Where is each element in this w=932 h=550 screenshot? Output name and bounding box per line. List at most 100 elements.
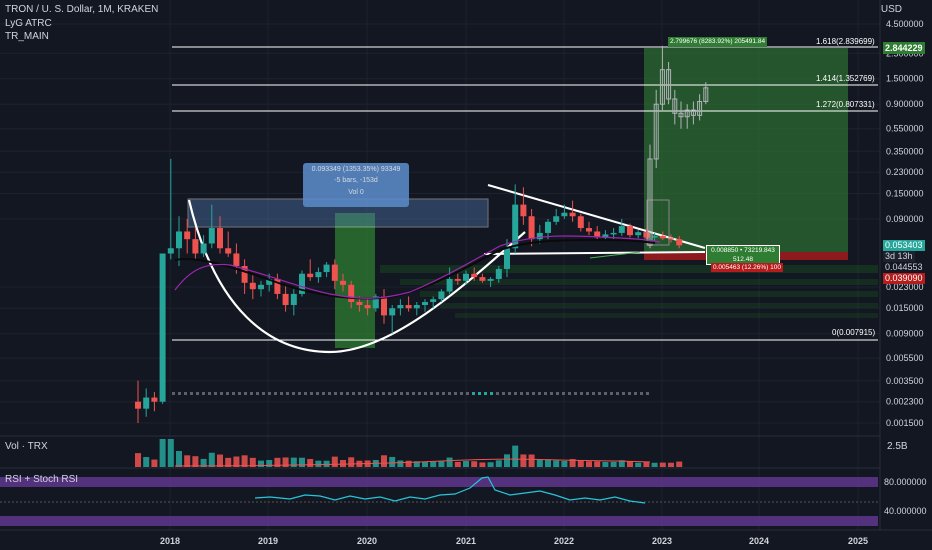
atr-dot [598,392,601,395]
candle-body [249,282,256,290]
volume-bar [668,462,674,467]
volume-bar [151,459,158,467]
atr-dot [490,392,493,395]
atr-dots [172,392,649,395]
candle-body [430,299,437,303]
target-price-tag: 2.844229 [883,42,925,54]
atr-dot [424,392,427,395]
atr-dot [184,392,187,395]
atr-dot [502,392,505,395]
volume-bar [307,458,314,467]
volume-bar [577,460,584,467]
volume-bar [586,461,592,467]
price-tick-label: 0.002300 [886,397,924,407]
volume-bar [438,461,445,467]
candle-body [545,221,551,233]
rsi-label[interactable]: RSI + Stoch RSI [5,474,78,486]
atr-dot [322,392,325,395]
volume-bar [520,454,527,467]
volume-bar [536,459,543,467]
atr-dot [178,392,181,395]
atr-dot [628,392,631,395]
atr-dot [172,392,175,395]
price-tick-label: 0.005500 [886,353,924,363]
candle-body [405,305,412,309]
measure-line2: -5 bars, -153d [334,177,378,184]
atr-dot [328,392,331,395]
candle-body [290,293,297,306]
atr-dot [646,392,649,395]
fib-label-0: 0(0.007915) [832,328,876,337]
volume-bar [184,455,191,467]
atr-dot [274,392,277,395]
rsi-lower: 40.000000 [884,506,927,516]
atr-dot [580,392,583,395]
candle-body [487,278,494,281]
symbol-title[interactable]: TRON / U. S. Dollar, 1M, KRAKEN [5,4,158,16]
price-tick-label: 0.015000 [886,303,924,313]
time-tick-label: 2025 [848,536,868,546]
currency-label: USD [880,4,902,15]
indicator-main[interactable]: TR_MAIN [5,31,49,43]
rsi-oversold-band [0,516,878,526]
candle-body [471,273,478,278]
candle-body [561,212,568,217]
volume-bar [676,461,683,467]
atr-dot [604,392,607,395]
time-tick-label: 2023 [652,536,672,546]
atr-dot [634,392,637,395]
atr-dot [616,392,619,395]
atr-dot [346,392,349,395]
time-axis: 2018 2019 2020 2021 2022 2023 2024 2025 [160,536,868,546]
volume-bar [159,439,166,467]
atr-dot [448,392,451,395]
candle-body [176,231,182,249]
candle-body [135,401,141,409]
atr-dot [190,392,193,395]
atr-dot [484,392,487,395]
atr-dot [454,392,457,395]
candle-body [389,308,396,316]
volume-bar [495,460,502,467]
rsi-overbought-band [0,477,878,487]
volume-label[interactable]: Vol · TRX [5,441,48,453]
candle-body [151,397,158,402]
volume-bar [397,460,404,467]
indicator-atrc[interactable]: LyG ATRC [5,18,52,30]
position-entry-label: 0.008850 • 73219.843 512.48 [706,245,780,265]
atr-dot [592,392,595,395]
atr-dot [250,392,253,395]
low-b-tag: 0.039090 [883,273,925,284]
atr-dot [202,392,205,395]
fib-label-1414: 1.414(1.352769) [816,74,875,83]
measure-zone[interactable] [335,213,375,348]
atr-dot [352,392,355,395]
atr-dot [388,392,391,395]
volume-bar [167,439,174,467]
atr-dot [400,392,403,395]
atr-dot [418,392,421,395]
price-tick-label: 0.230000 [886,167,924,177]
candle-body [184,231,191,240]
atr-dot [478,392,481,395]
volume-bar [331,456,338,467]
atr-dot [496,392,499,395]
atr-dot [358,392,361,395]
time-tick-label: 2022 [554,536,574,546]
price-tick-label: 0.003500 [886,376,924,386]
candle-body [586,228,592,232]
atr-dot [382,392,385,395]
candle-body [610,232,617,235]
volume-bar [471,461,478,467]
atr-dot [394,392,397,395]
atr-dot [292,392,295,395]
candle-body [192,239,199,254]
volume-bar [651,462,658,467]
atr-dot [340,392,343,395]
chart-canvas[interactable]: 2018 2019 2020 2021 2022 2023 2024 2025 4.50000… [0,0,932,550]
time-tick-label: 2019 [258,536,278,546]
volume-bar [348,457,355,467]
last-price-tag: 0.053403 [883,240,925,251]
atr-dot [220,392,223,395]
atr-dot [214,392,217,395]
